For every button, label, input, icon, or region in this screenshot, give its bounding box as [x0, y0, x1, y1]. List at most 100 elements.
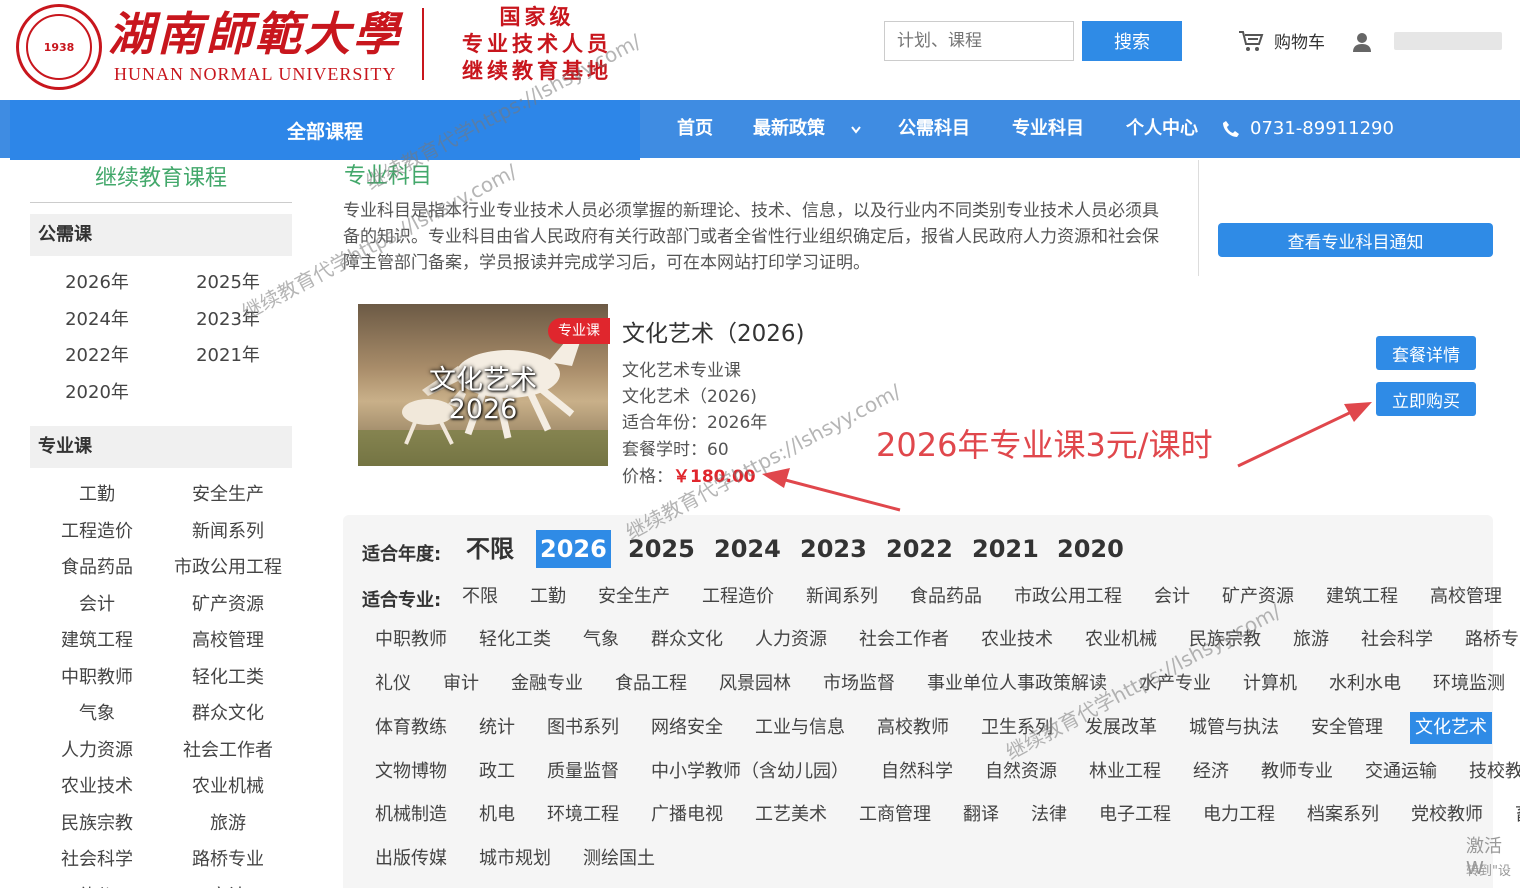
major-filter-option[interactable]: 气象 [578, 624, 624, 656]
sidebar-major-link[interactable]: 路桥专业 [163, 845, 293, 871]
sidebar-major-link[interactable]: 气象 [32, 699, 162, 725]
university-logo[interactable]: 1938 湖南師範大學 HUNAN NORMAL UNIVERSITY 国家级 … [16, 4, 616, 90]
major-filter-option[interactable]: 工艺美术 [750, 799, 832, 831]
sidebar-year-2020[interactable]: 2020年 [32, 378, 162, 404]
major-filter-option[interactable]: 路桥专业 [1460, 624, 1520, 656]
search-button[interactable]: 搜索 [1082, 21, 1182, 61]
major-filter-option[interactable]: 新闻系列 [801, 581, 883, 613]
major-filter-option[interactable]: 旅游 [1288, 624, 1334, 656]
sidebar-major-link[interactable]: 中职教师 [32, 663, 162, 689]
package-detail-button[interactable]: 套餐详情 [1376, 336, 1476, 370]
major-filter-option[interactable]: 党校教师 [1406, 799, 1488, 831]
sidebar-major-link[interactable]: 人力资源 [32, 736, 162, 762]
year-filter-option[interactable]: 2024 [710, 530, 785, 568]
year-filter-option[interactable]: 2020 [1053, 530, 1128, 568]
major-filter-option[interactable]: 工商管理 [854, 799, 936, 831]
sidebar-major-link[interactable]: 工勤 [32, 480, 162, 506]
course-title[interactable]: 文化艺术（2026) [622, 314, 805, 348]
major-filter-option[interactable]: 林业工程 [1084, 756, 1166, 788]
major-filter-option[interactable]: 计算机 [1238, 668, 1302, 700]
major-filter-option[interactable]: 统计 [474, 712, 520, 744]
sidebar-major-link[interactable]: 社会科学 [32, 845, 162, 871]
major-filter-option[interactable]: 轻化工类 [474, 624, 556, 656]
major-filter-option[interactable]: 电力工程 [1198, 799, 1280, 831]
sidebar-major-link[interactable]: 会计 [32, 590, 162, 616]
major-filter-option[interactable]: 食品药品 [905, 581, 987, 613]
sidebar-year-2021[interactable]: 2021年 [163, 341, 293, 367]
major-filter-option[interactable]: 城管与执法 [1184, 712, 1284, 744]
nav-all-courses[interactable]: 全部课程 [10, 100, 640, 160]
major-filter-option[interactable]: 建筑工程 [1321, 581, 1403, 613]
major-filter-option[interactable]: 工勤 [525, 581, 571, 613]
nav-personal-center[interactable]: 个人中心 [1126, 100, 1198, 158]
nav-home[interactable]: 首页 [677, 100, 713, 158]
major-filter-option[interactable]: 政工 [474, 756, 520, 788]
major-filter-option[interactable]: 交通运输 [1360, 756, 1442, 788]
major-filter-option[interactable]: 城市规划 [474, 843, 556, 875]
major-filter-option[interactable]: 网络安全 [646, 712, 728, 744]
major-filter-option[interactable]: 审计 [438, 668, 484, 700]
major-filter-option[interactable]: 文物博物 [370, 756, 452, 788]
sidebar-major-link[interactable]: 民族宗教 [32, 809, 162, 835]
major-filter-option[interactable]: 风景园林 [714, 668, 796, 700]
sidebar-major-link[interactable]: 审计 [163, 882, 293, 888]
sidebar-major-link[interactable]: 食品药品 [32, 553, 162, 579]
major-filter-option[interactable]: 社会工作者 [854, 624, 954, 656]
major-filter-option[interactable]: 文化艺术 [1410, 712, 1492, 744]
notice-button[interactable]: 查看专业科目通知 [1218, 223, 1493, 257]
year-filter-option[interactable]: 2023 [796, 530, 871, 568]
year-filter-option[interactable]: 2021 [968, 530, 1043, 568]
major-filter-option[interactable]: 质量监督 [542, 756, 624, 788]
nav-policy[interactable]: 最新政策 [753, 100, 825, 158]
sidebar-major-link[interactable]: 农业机械 [163, 772, 293, 798]
sidebar-major-link[interactable]: 建筑工程 [32, 626, 162, 652]
sidebar-major-link[interactable]: 群众文化 [163, 699, 293, 725]
major-filter-option[interactable]: 图书系列 [542, 712, 624, 744]
search-input[interactable] [884, 21, 1074, 61]
major-filter-option[interactable]: 广播电视 [646, 799, 728, 831]
major-filter-option[interactable]: 机械制造 [370, 799, 452, 831]
year-filter-option[interactable]: 不限 [462, 530, 518, 568]
major-filter-option[interactable]: 机电 [474, 799, 520, 831]
major-filter-option[interactable]: 不限 [457, 581, 503, 613]
major-filter-option[interactable]: 群众文化 [646, 624, 728, 656]
major-filter-option[interactable]: 环境工程 [542, 799, 624, 831]
year-filter-option[interactable]: 2026 [536, 530, 611, 568]
year-filter-option[interactable]: 2022 [882, 530, 957, 568]
major-filter-option[interactable]: 中小学教师（含幼儿园） [646, 756, 854, 788]
sidebar-major-link[interactable]: 市政公用工程 [163, 553, 293, 579]
major-filter-option[interactable]: 档案系列 [1302, 799, 1384, 831]
major-filter-option[interactable]: 社会科学 [1356, 624, 1438, 656]
user-name-blurred[interactable] [1394, 32, 1502, 50]
major-filter-option[interactable]: 体育教练 [370, 712, 452, 744]
major-filter-option[interactable]: 测绘国土 [578, 843, 660, 875]
major-filter-option[interactable]: 礼仪 [370, 668, 416, 700]
sidebar-major-link[interactable]: 旅游 [163, 809, 293, 835]
sidebar-major-link[interactable]: 矿产资源 [163, 590, 293, 616]
major-filter-option[interactable]: 水利水电 [1324, 668, 1406, 700]
sidebar-year-2024[interactable]: 2024年 [32, 305, 162, 331]
major-filter-option[interactable]: 教师专业 [1256, 756, 1338, 788]
major-filter-option[interactable]: 安全管理 [1306, 712, 1388, 744]
sidebar-major-link[interactable]: 安全生产 [163, 480, 293, 506]
major-filter-option[interactable]: 中职教师 [370, 624, 452, 656]
major-filter-option[interactable]: 会计 [1149, 581, 1195, 613]
major-filter-option[interactable]: 环境监测 [1428, 668, 1510, 700]
buy-now-button[interactable]: 立即购买 [1376, 382, 1476, 416]
major-filter-option[interactable]: 农业技术 [976, 624, 1058, 656]
major-filter-option[interactable]: 食品工程 [610, 668, 692, 700]
major-filter-option[interactable]: 市场监督 [818, 668, 900, 700]
major-filter-option[interactable]: 电子工程 [1094, 799, 1176, 831]
major-filter-option[interactable]: 自然科学 [876, 756, 958, 788]
major-filter-option[interactable]: 出版传媒 [370, 843, 452, 875]
major-filter-option[interactable]: 畜牧 [1510, 799, 1520, 831]
sidebar-major-link[interactable]: 工程造价 [32, 517, 162, 543]
sidebar-major-link[interactable]: 新闻系列 [163, 517, 293, 543]
chevron-down-icon[interactable] [851, 126, 861, 134]
major-filter-option[interactable]: 经济 [1188, 756, 1234, 788]
nav-public-subjects[interactable]: 公需科目 [898, 100, 970, 158]
major-filter-option[interactable]: 高校管理 [1425, 581, 1507, 613]
sidebar-major-link[interactable]: 农业技术 [32, 772, 162, 798]
user-icon[interactable] [1352, 32, 1372, 52]
sidebar-major-link[interactable]: 礼仪 [32, 882, 162, 888]
